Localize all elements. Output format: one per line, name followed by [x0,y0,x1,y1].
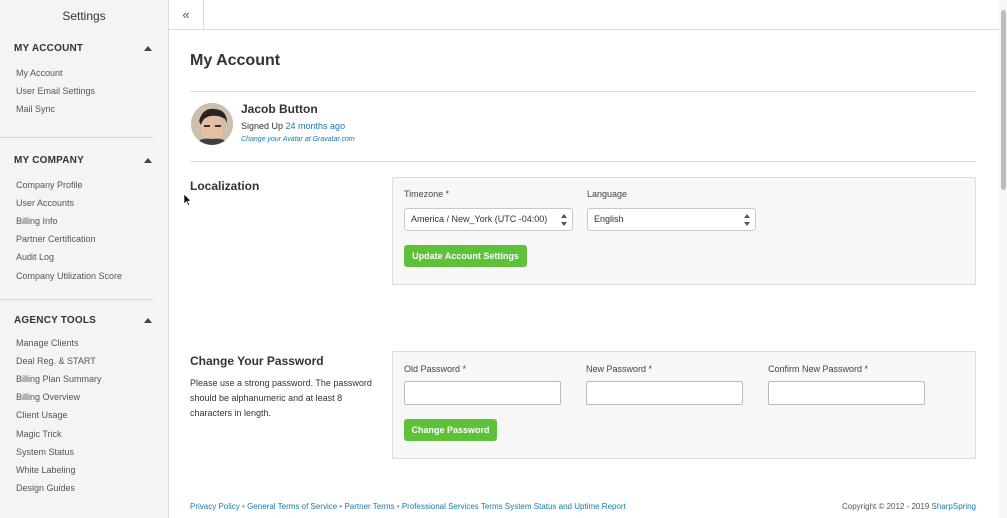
timezone-value: America / New_York (UTC -04:00) [411,214,548,224]
mouse-cursor-icon [184,194,192,206]
change-password-title: Change Your Password [190,354,324,368]
sidebar-item-manage-clients[interactable]: Manage Clients [14,334,154,352]
collapse-caret-icon[interactable] [144,317,152,323]
sidebar-section-heading: MY ACCOUNT [14,43,84,54]
main-content: My Account Jacob Button Signed Up 24 mon… [169,30,999,518]
user-name: Jacob Button [241,102,318,116]
avatar [191,103,233,145]
system-status-link[interactable]: System Status and Uptime Report [505,502,626,511]
select-arrows-icon [744,214,750,226]
footer-separator: • [339,502,343,511]
partner-terms-link[interactable]: Partner Terms [344,502,394,511]
sidebar-item-design-guides[interactable]: Design Guides [14,479,154,497]
change-password-panel: Old Password * New Password * Confirm Ne… [392,351,976,459]
divider [190,161,976,162]
collapse-sidebar-button[interactable]: « [169,0,204,29]
sidebar-item-billing-overview[interactable]: Billing Overview [14,388,154,406]
divider [190,91,976,92]
sidebar-item-client-usage[interactable]: Client Usage [14,406,154,424]
sidebar-section-header[interactable]: AGENCY TOOLS [14,313,154,328]
sidebar-item-company-utilization-score[interactable]: Company Utilization Score [14,267,154,285]
new-password-input[interactable] [586,381,743,405]
timezone-label: Timezone * [404,189,450,199]
sidebar-item-audit-log[interactable]: Audit Log [14,248,154,266]
select-arrows-icon [561,214,567,226]
localization-panel: Timezone * America / New_York (UTC -04:0… [392,177,976,285]
brand-link[interactable]: SharpSpring [932,502,976,511]
double-chevron-left-icon: « [182,7,190,22]
sidebar-item-deal-reg-start[interactable]: Deal Reg. & START [14,352,154,370]
copyright: Copyright © 2012 - 2019 SharpSpring [842,502,976,511]
sidebar-section-my-company: MY COMPANY Company Profile User Accounts… [0,153,168,285]
change-password-button[interactable]: Change Password [404,419,497,441]
sidebar-item-company-profile[interactable]: Company Profile [14,176,154,194]
footer-separator: • [242,502,245,511]
password-description: Please use a strong password. The passwo… [190,378,372,418]
sidebar-item-white-labeling[interactable]: White Labeling [14,461,154,479]
old-password-label: Old Password * [404,364,467,374]
gravatar-link[interactable]: Change your Avatar at Gravatar.com [241,136,355,143]
professional-services-terms-link[interactable]: Professional Services Terms [402,502,503,511]
footer-separator: • [396,502,400,511]
copyright-text: Copyright © 2012 - 2019 [842,502,932,511]
old-password-input[interactable] [404,381,561,405]
signed-up-ago: 24 months ago [285,121,346,131]
new-password-label: New Password * [586,364,653,374]
sidebar-title: Settings [62,9,106,23]
language-select[interactable]: English [587,208,756,231]
signed-up-label: Signed Up [241,121,286,131]
page-scrollbar[interactable] [999,0,1007,518]
sidebar-section-header[interactable]: MY ACCOUNT [14,41,154,56]
sidebar-item-partner-certification[interactable]: Partner Certification [14,230,154,248]
top-bar: « [169,0,1007,30]
timezone-select[interactable]: America / New_York (UTC -04:00) [404,208,573,231]
sidebar-section-header[interactable]: MY COMPANY [14,153,154,168]
privacy-policy-link[interactable]: Privacy Policy [190,502,240,511]
sidebar-item-billing-plan-summary[interactable]: Billing Plan Summary [14,370,154,388]
sidebar-section-heading: AGENCY TOOLS [14,314,97,326]
confirm-password-label: Confirm New Password * [768,364,869,374]
avatar-image-icon [191,103,233,145]
localization-title: Localization [190,179,260,193]
sidebar-item-magic-trick[interactable]: Magic Trick [14,425,154,443]
language-value: English [594,214,624,224]
footer-links: Privacy Policy • General Terms of Servic… [190,502,626,511]
update-account-settings-button[interactable]: Update Account Settings [404,245,527,267]
sidebar-item-user-email-settings[interactable]: User Email Settings [14,82,154,100]
sidebar-item-my-account[interactable]: My Account [14,64,154,82]
signed-up-text: Signed Up 24 months ago [241,121,345,131]
sidebar-section-my-account: MY ACCOUNT My Account User Email Setting… [0,41,168,119]
sidebar-item-user-accounts[interactable]: User Accounts [14,194,154,212]
collapse-caret-icon[interactable] [144,46,152,51]
settings-sidebar: Settings MY ACCOUNT My Account User Emai… [0,0,169,518]
sidebar-section-agency-tools: AGENCY TOOLS Manage Clients Deal Reg. & … [0,313,168,498]
sidebar-item-system-status[interactable]: System Status [14,443,154,461]
confirm-password-input[interactable] [768,381,925,405]
page-title: My Account [190,52,281,69]
sidebar-section-heading: MY COMPANY [14,154,84,166]
general-terms-link[interactable]: General Terms of Service [247,502,337,511]
scrollbar-thumb[interactable] [1001,10,1006,190]
sidebar-item-mail-sync[interactable]: Mail Sync [14,100,154,118]
sidebar-item-billing-info[interactable]: Billing Info [14,212,154,230]
language-label: Language [587,189,628,199]
collapse-caret-icon[interactable] [144,157,152,163]
